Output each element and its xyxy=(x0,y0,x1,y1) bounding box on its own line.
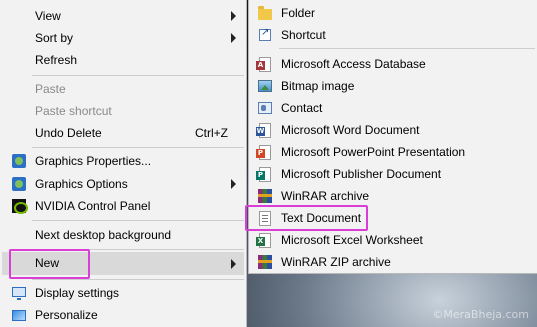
menu-item-view[interactable]: View xyxy=(2,5,244,27)
menu-item-next-desktop-background[interactable]: Next desktop background xyxy=(2,224,244,246)
submenu-arrow-icon xyxy=(231,179,236,189)
menu-separator xyxy=(32,147,244,148)
menu-separator xyxy=(279,48,535,49)
graphics-options-icon xyxy=(11,176,27,192)
powerpoint-icon: P xyxy=(256,144,273,160)
submenu-item-label: Microsoft Access Database xyxy=(281,57,426,71)
menu-separator xyxy=(32,75,244,76)
menu-item-graphics-properties[interactable]: Graphics Properties... xyxy=(2,150,244,172)
menu-item-label: Refresh xyxy=(35,53,78,67)
menu-item-sort-by[interactable]: Sort by xyxy=(2,27,244,49)
new-submenu: Folder Shortcut A Microsoft Access Datab… xyxy=(248,0,537,274)
personalize-icon xyxy=(11,307,27,323)
menu-item-graphics-options[interactable]: Graphics Options xyxy=(2,173,244,195)
folder-icon xyxy=(257,5,273,21)
menu-item-personalize[interactable]: Personalize xyxy=(2,304,244,326)
submenu-item-label: Microsoft Publisher Document xyxy=(281,167,442,181)
menu-item-label: Personalize xyxy=(35,308,98,322)
word-icon: W xyxy=(256,122,273,138)
publisher-icon: P xyxy=(256,166,273,182)
menu-item-label: Paste xyxy=(35,82,66,96)
submenu-item-bitmap-image[interactable]: Bitmap image xyxy=(251,75,535,97)
submenu-item-label: Microsoft PowerPoint Presentation xyxy=(281,145,466,159)
winrar-icon xyxy=(257,188,273,204)
menu-separator xyxy=(32,279,244,280)
graphics-properties-icon xyxy=(11,153,27,169)
menu-item-undo-delete[interactable]: Undo Delete Ctrl+Z xyxy=(2,122,244,144)
nvidia-icon xyxy=(11,198,28,214)
contact-icon xyxy=(257,100,273,116)
submenu-item-label: Bitmap image xyxy=(281,79,355,93)
submenu-item-contact[interactable]: Contact xyxy=(251,97,535,119)
submenu-item-label: Shortcut xyxy=(281,28,326,42)
menu-item-shortcut: Ctrl+Z xyxy=(195,126,228,140)
submenu-item-label: WinRAR ZIP archive xyxy=(281,255,391,269)
menu-item-label: Next desktop background xyxy=(35,228,172,242)
text-document-highlight-box xyxy=(245,205,368,231)
submenu-item-folder[interactable]: Folder xyxy=(251,2,535,24)
new-highlight-box xyxy=(9,249,90,279)
watermark: ©MeraBheja.com xyxy=(432,308,529,321)
excel-icon: X xyxy=(256,232,273,248)
submenu-item-winrar-zip-archive[interactable]: WinRAR ZIP archive xyxy=(251,251,535,273)
submenu-arrow-icon xyxy=(231,33,236,43)
submenu-item-label: WinRAR archive xyxy=(281,189,370,203)
submenu-item-label: Folder xyxy=(281,6,316,20)
submenu-item-winrar-archive[interactable]: WinRAR archive xyxy=(251,185,535,207)
access-icon: A xyxy=(256,56,273,72)
shortcut-icon xyxy=(257,27,273,43)
menu-item-refresh[interactable]: Refresh xyxy=(2,49,244,71)
submenu-item-label: Contact xyxy=(281,101,323,115)
menu-item-label: Display settings xyxy=(35,286,120,300)
menu-item-label: View xyxy=(35,9,61,23)
menu-item-label: Undo Delete xyxy=(35,126,102,140)
submenu-item-shortcut[interactable]: Shortcut xyxy=(251,24,535,46)
submenu-item-access-database[interactable]: A Microsoft Access Database xyxy=(251,53,535,75)
menu-item-label: Graphics Options xyxy=(35,177,128,191)
display-settings-icon xyxy=(11,285,27,301)
menu-item-paste-shortcut[interactable]: Paste shortcut xyxy=(2,100,244,122)
menu-item-label: Sort by xyxy=(35,31,74,45)
menu-item-paste[interactable]: Paste xyxy=(2,78,244,100)
submenu-item-excel-worksheet[interactable]: X Microsoft Excel Worksheet xyxy=(251,229,535,251)
bitmap-icon xyxy=(257,78,273,94)
submenu-arrow-icon xyxy=(231,259,236,269)
winrar-zip-icon xyxy=(257,254,273,270)
submenu-item-label: Microsoft Excel Worksheet xyxy=(281,233,423,247)
menu-item-label: Graphics Properties... xyxy=(35,154,152,168)
menu-item-label: Paste shortcut xyxy=(35,104,112,118)
submenu-item-label: Microsoft Word Document xyxy=(281,123,420,137)
menu-separator xyxy=(32,220,244,221)
submenu-arrow-icon xyxy=(231,11,236,21)
submenu-item-publisher-document[interactable]: P Microsoft Publisher Document xyxy=(251,163,535,185)
menu-item-label: NVIDIA Control Panel xyxy=(35,199,151,213)
menu-item-nvidia-control-panel[interactable]: NVIDIA Control Panel xyxy=(2,195,244,217)
menu-item-display-settings[interactable]: Display settings xyxy=(2,282,244,304)
submenu-item-powerpoint-presentation[interactable]: P Microsoft PowerPoint Presentation xyxy=(251,141,535,163)
submenu-item-word-document[interactable]: W Microsoft Word Document xyxy=(251,119,535,141)
